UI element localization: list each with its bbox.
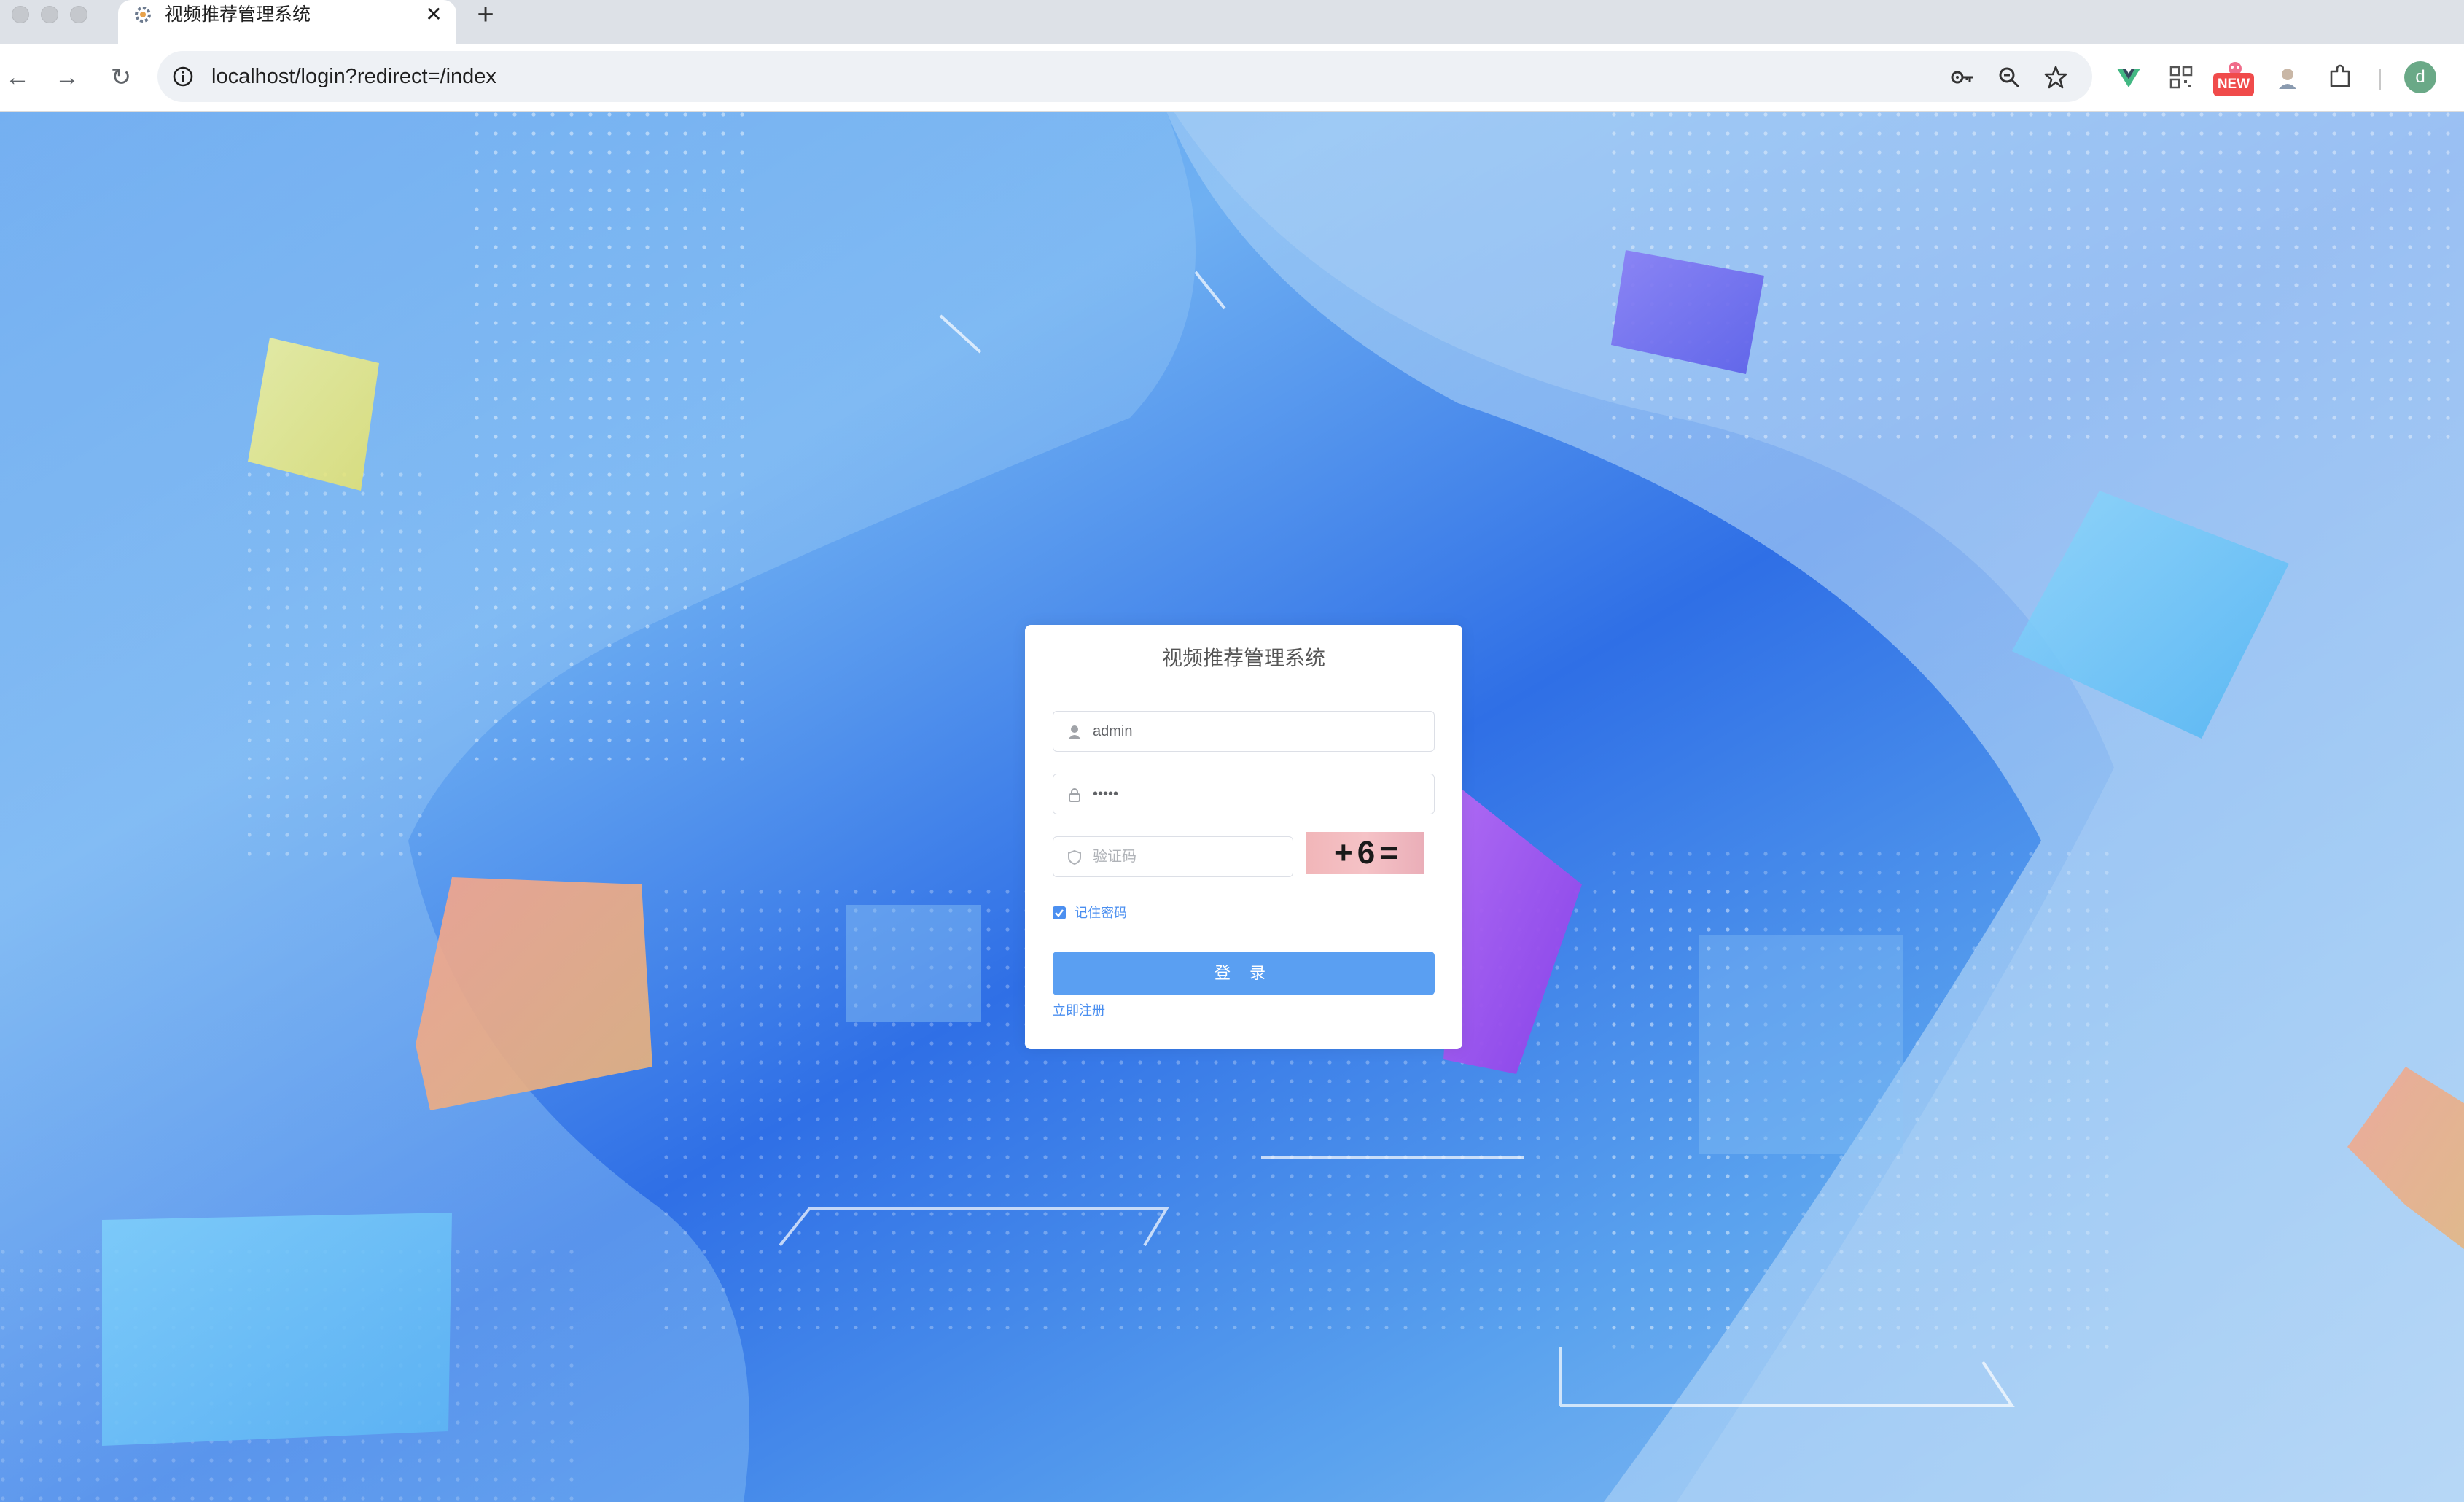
toolbar-divider	[2379, 69, 2381, 90]
url-text[interactable]: localhost/login?redirect=/index	[211, 51, 496, 102]
login-title: 视频推荐管理系统	[1161, 647, 1325, 669]
browser-tab[interactable]: 视频推荐管理系统 ✕	[118, 0, 456, 44]
user-icon	[1068, 725, 1081, 739]
login-page: 视频推荐管理系统 admin ••••• 验证码 +6= 记住密码 登 录 立即…	[0, 112, 2464, 1502]
puzzle-icon[interactable]	[2325, 63, 2355, 92]
password-value: •••••	[1093, 786, 1119, 802]
new-tab-icon[interactable]: +	[472, 0, 499, 29]
site-info-icon[interactable]	[172, 66, 194, 87]
check-icon	[1055, 909, 1064, 917]
tab-close-icon[interactable]: ✕	[421, 1, 446, 28]
profile-extension-icon[interactable]	[2273, 63, 2302, 92]
zoom-icon[interactable]	[1996, 64, 2022, 90]
captcha-placeholder: 验证码	[1093, 849, 1137, 865]
tab-title: 视频推荐管理系统	[165, 4, 311, 25]
window-close-dot[interactable]	[12, 6, 29, 23]
profile-avatar[interactable]: d	[2404, 61, 2436, 93]
vue-devtools-icon[interactable]	[2114, 63, 2143, 92]
star-icon[interactable]	[2043, 64, 2069, 90]
new-badge: NEW	[2213, 73, 2254, 96]
forward-icon[interactable]: →	[50, 60, 85, 95]
tab-strip: 视频推荐管理系统 ✕ +	[0, 0, 2464, 44]
gear-favicon-icon	[135, 7, 151, 23]
login-card: 视频推荐管理系统 admin ••••• 验证码 +6= 记住密码 登 录 立即…	[1025, 625, 1462, 1049]
register-link[interactable]: 立即注册	[1053, 1001, 1105, 1020]
captcha-image[interactable]: +6=	[1306, 832, 1424, 874]
back-icon[interactable]: ←	[0, 60, 35, 95]
username-input[interactable]: admin	[1053, 711, 1435, 752]
login-button[interactable]: 登 录	[1053, 952, 1435, 995]
password-input[interactable]: •••••	[1053, 774, 1435, 814]
qr-code-icon[interactable]	[2167, 63, 2196, 92]
captcha-input[interactable]: 验证码	[1053, 836, 1293, 877]
lock-icon	[1069, 788, 1080, 802]
window-zoom-dot[interactable]	[70, 6, 87, 23]
reload-icon[interactable]: ↻	[104, 60, 139, 95]
address-bar[interactable]: localhost/login?redirect=/index	[157, 51, 2092, 102]
remember-checkbox[interactable]	[1053, 906, 1066, 919]
window-minimize-dot[interactable]	[41, 6, 58, 23]
remember-label[interactable]: 记住密码	[1075, 903, 1127, 922]
captcha-image-text: +6=	[1334, 835, 1403, 871]
browser-toolbar: ← → ↻ localhost/login?redirect=/index NE…	[0, 44, 2464, 112]
shield-icon	[1068, 849, 1081, 865]
key-icon[interactable]	[1949, 64, 1976, 90]
username-value: admin	[1093, 723, 1133, 739]
